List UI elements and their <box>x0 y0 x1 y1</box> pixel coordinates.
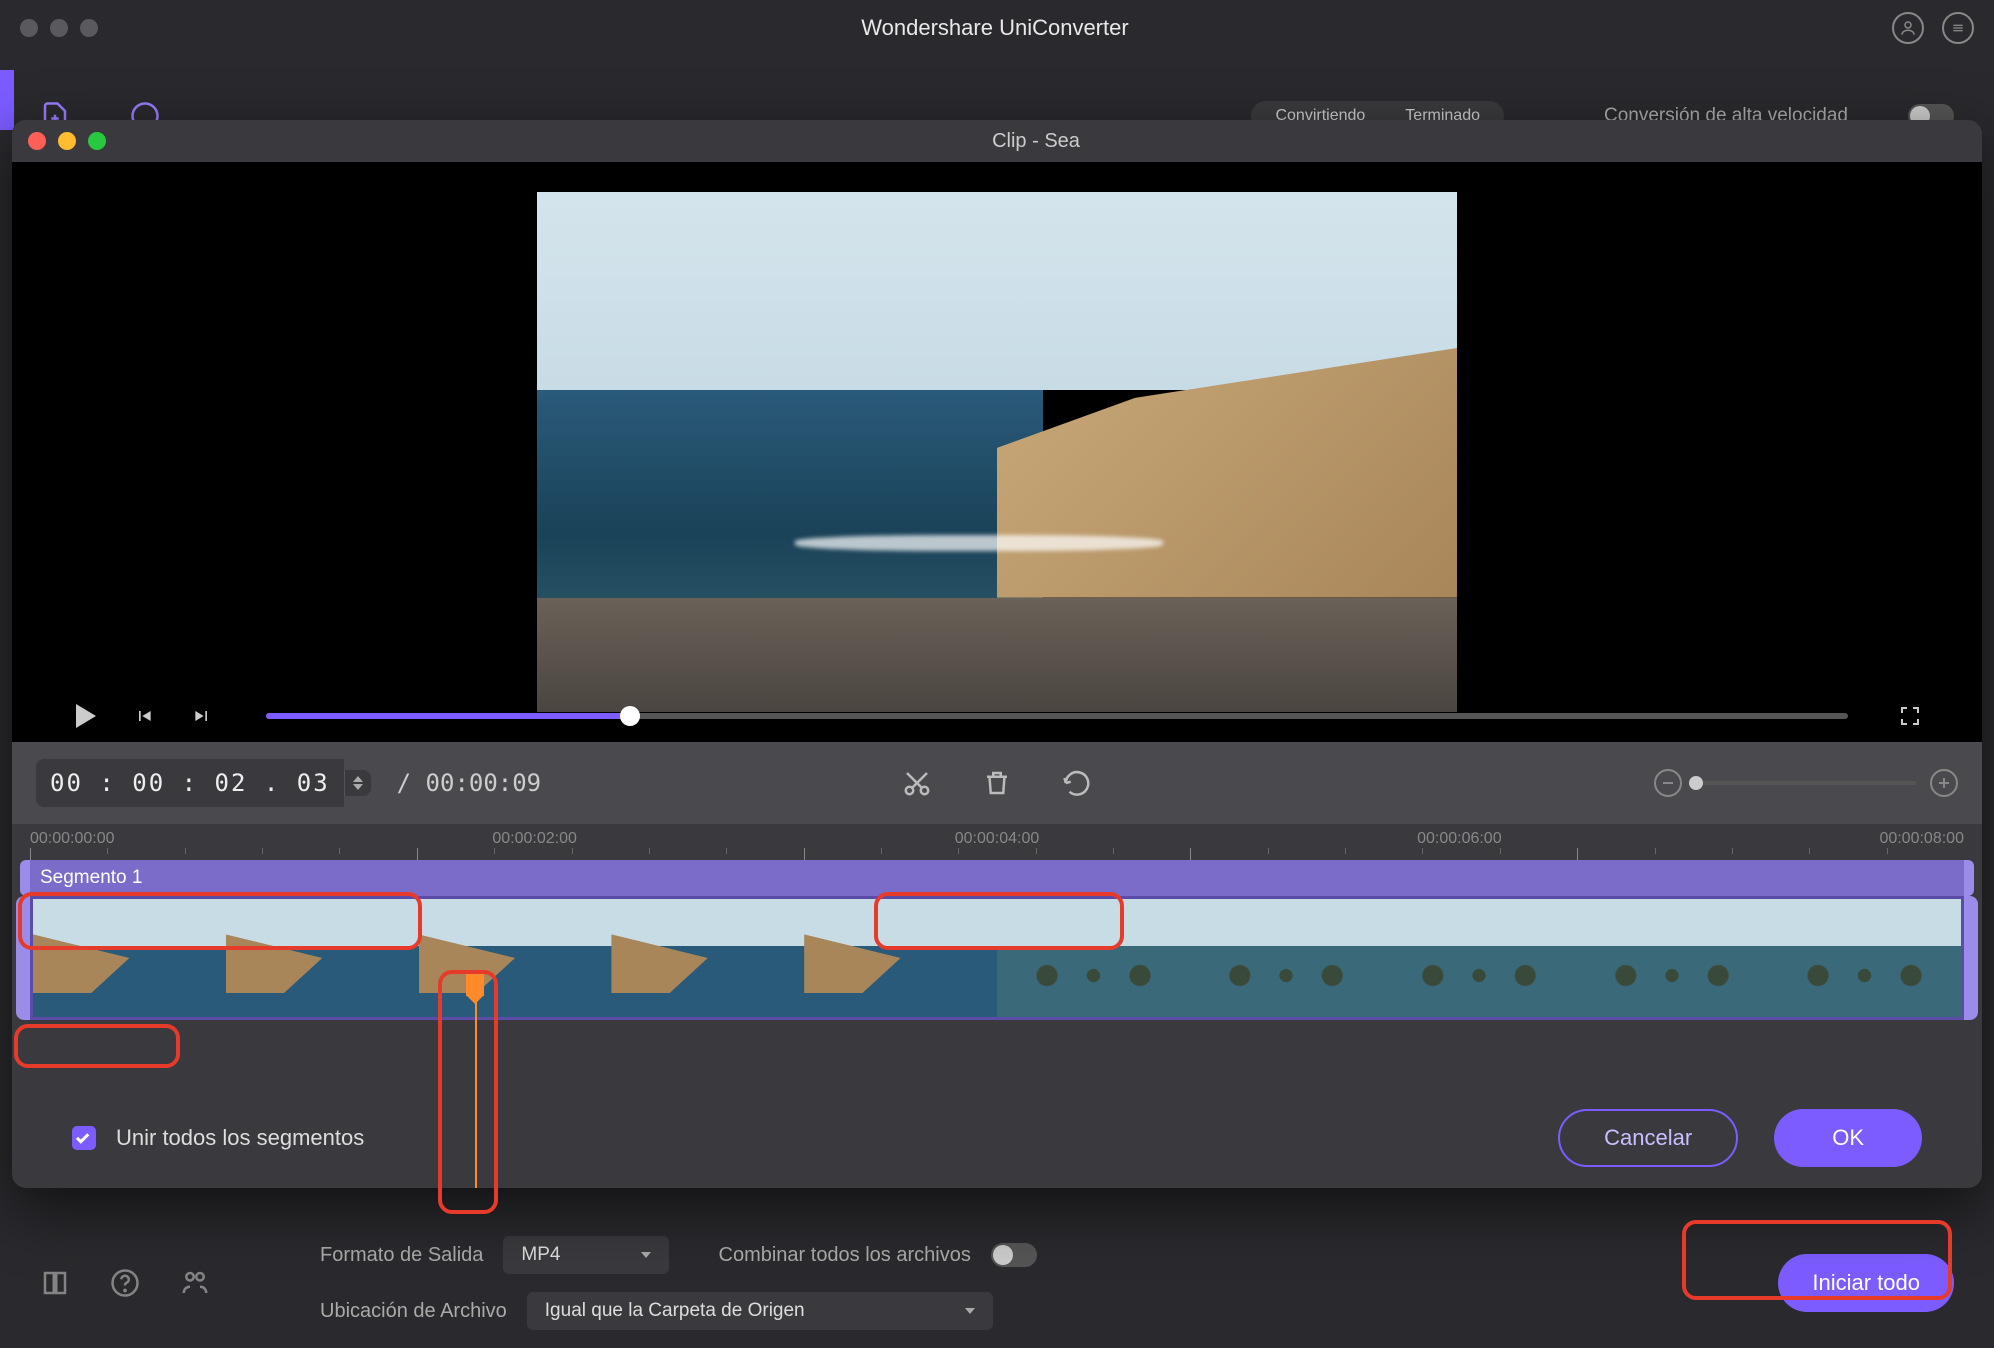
play-icon <box>76 704 96 728</box>
ruler-label: 00:00:04:00 <box>955 830 1040 848</box>
clip-dialog: Clip - Sea 00 : 00 : 02 . 03 / 00:00:09 <box>12 120 1982 1188</box>
file-location-select[interactable]: Igual que la Carpeta de Origen <box>527 1292 993 1330</box>
ruler-label: 00:00:06:00 <box>1417 830 1502 848</box>
book-icon[interactable] <box>40 1268 70 1298</box>
timeline-ruler[interactable]: 00:00:00:00 00:00:02:00 00:00:04:00 00:0… <box>12 824 1982 860</box>
video-preview <box>12 162 1982 742</box>
account-icon[interactable] <box>1892 12 1924 44</box>
delete-button[interactable] <box>982 768 1012 798</box>
app-title: Wondershare UniConverter <box>98 15 1892 41</box>
maximize-button[interactable] <box>80 19 98 37</box>
total-duration: / 00:00:09 <box>397 769 542 797</box>
file-location-label: Ubicación de Archivo <box>320 1300 507 1323</box>
timeline-thumbnails[interactable] <box>30 896 1964 1020</box>
segment-header[interactable]: Segmento 1 <box>30 860 1964 896</box>
ruler-label: 00:00:00:00 <box>30 830 115 848</box>
dialog-footer: Unir todos los segmentos Cancelar OK <box>12 1088 1982 1188</box>
segment-handle-left[interactable] <box>16 896 30 1020</box>
video-frame[interactable] <box>537 192 1457 712</box>
merge-segments-label: Unir todos los segmentos <box>116 1125 364 1151</box>
zoom-out-button[interactable] <box>1654 769 1682 797</box>
edit-toolbar: 00 : 00 : 02 . 03 / 00:00:09 <box>12 742 1982 824</box>
output-format-select[interactable]: MP4 <box>503 1236 668 1274</box>
zoom-in-button[interactable] <box>1930 769 1958 797</box>
ruler-label: 00:00:02:00 <box>492 830 577 848</box>
fullscreen-button[interactable] <box>1898 704 1922 728</box>
output-format-label: Formato de Salida <box>320 1244 483 1267</box>
bottom-bar: Formato de Salida MP4 Combinar todos los… <box>0 1218 1994 1348</box>
menu-icon[interactable] <box>1942 12 1974 44</box>
stepper-up-icon[interactable] <box>353 776 363 782</box>
merge-segments-checkbox[interactable] <box>72 1126 96 1150</box>
progress-thumb[interactable] <box>620 706 640 726</box>
segment-handle-right[interactable] <box>1964 896 1978 1020</box>
main-titlebar: Wondershare UniConverter <box>0 0 1994 56</box>
undo-button[interactable] <box>1062 768 1092 798</box>
chevron-down-icon <box>641 1252 651 1258</box>
check-icon <box>76 1130 89 1143</box>
zoom-slider[interactable] <box>1696 781 1916 785</box>
prev-frame-button[interactable] <box>130 702 158 730</box>
stepper-down-icon[interactable] <box>353 784 363 790</box>
ruler-label: 00:00:08:00 <box>1879 830 1964 848</box>
dialog-maximize-button[interactable] <box>88 132 106 150</box>
traffic-lights-main <box>20 19 98 37</box>
timecode-stepper[interactable] <box>344 770 371 796</box>
progress-slider[interactable] <box>266 713 1848 719</box>
minimize-button[interactable] <box>50 19 68 37</box>
cancel-button[interactable]: Cancelar <box>1558 1109 1738 1167</box>
player-controls <box>12 702 1982 730</box>
merge-files-label: Combinar todos los archivos <box>719 1244 971 1267</box>
dialog-title: Clip - Sea <box>106 130 1966 153</box>
close-button[interactable] <box>20 19 38 37</box>
cut-button[interactable] <box>902 768 932 798</box>
file-location-value: Igual que la Carpeta de Origen <box>545 1300 805 1322</box>
start-all-button[interactable]: Iniciar todo <box>1778 1254 1954 1312</box>
zoom-thumb[interactable] <box>1689 776 1703 790</box>
next-frame-button[interactable] <box>188 702 216 730</box>
segment-label: Segmento 1 <box>40 867 142 889</box>
progress-fill <box>266 713 630 719</box>
dialog-close-button[interactable] <box>28 132 46 150</box>
output-format-value: MP4 <box>521 1244 560 1266</box>
chevron-down-icon <box>965 1308 975 1314</box>
dialog-minimize-button[interactable] <box>58 132 76 150</box>
timecode-input[interactable]: 00 : 00 : 02 . 03 <box>36 759 344 807</box>
dialog-titlebar: Clip - Sea <box>12 120 1982 162</box>
feedback-icon[interactable] <box>180 1268 210 1298</box>
help-icon[interactable] <box>110 1268 140 1298</box>
merge-files-toggle[interactable] <box>991 1243 1037 1267</box>
ok-button[interactable]: OK <box>1774 1109 1922 1167</box>
play-button[interactable] <box>72 702 100 730</box>
